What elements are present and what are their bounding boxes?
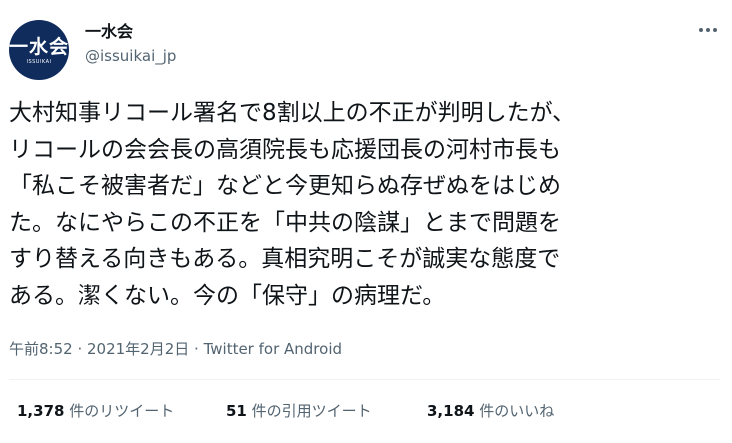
likes-label: 件のいいね xyxy=(474,402,555,420)
avatar-subtext: ISSUIKAI xyxy=(26,58,52,65)
engagement-stats: 1,378 件のリツイート 51 件の引用ツイート 3,184 件のいいね xyxy=(17,401,554,421)
tweet-text: 大村知事リコール署名で8割以上の不正が判明したが、 リコールの会会長の高須院長も… xyxy=(9,100,576,309)
retweets-label: 件のリツイート xyxy=(64,402,175,420)
user-handle[interactable]: @issuikai_jp xyxy=(85,46,176,66)
tweet-time[interactable]: 午前8:52 xyxy=(9,340,73,358)
tweet-source[interactable]: Twitter for Android xyxy=(204,340,342,358)
retweets-count: 1,378 xyxy=(17,402,65,420)
meta-separator: · xyxy=(72,340,87,358)
more-horizontal-icon xyxy=(713,28,717,32)
retweets-stat[interactable]: 1,378 件のリツイート xyxy=(17,401,226,421)
quotes-label: 件の引用ツイート xyxy=(246,402,372,420)
likes-stat[interactable]: 3,184 件のいいね xyxy=(427,401,554,421)
avatar[interactable]: 一水会 ISSUIKAI xyxy=(9,20,69,80)
more-horizontal-icon xyxy=(706,28,710,32)
more-horizontal-icon xyxy=(699,28,703,32)
meta-separator: · xyxy=(189,340,204,358)
avatar-logo-text: 一水会 xyxy=(9,35,69,58)
quotes-stat[interactable]: 51 件の引用ツイート xyxy=(226,401,427,421)
more-options-button[interactable] xyxy=(696,22,720,38)
divider xyxy=(9,379,720,380)
display-name[interactable]: 一水会 xyxy=(85,22,133,42)
likes-count: 3,184 xyxy=(427,402,475,420)
tweet-date[interactable]: 2021年2月2日 xyxy=(87,340,189,358)
tweet-meta: 午前8:52 · 2021年2月2日 · Twitter for Android xyxy=(9,339,342,359)
quotes-count: 51 xyxy=(226,402,247,420)
